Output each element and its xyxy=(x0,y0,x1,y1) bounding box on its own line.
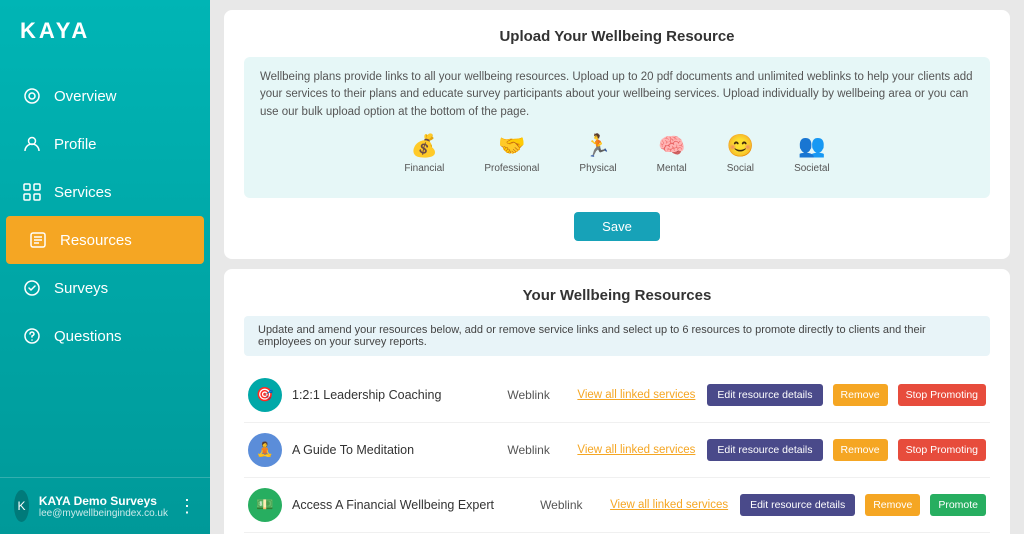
remove-resource-button-2[interactable]: Remove xyxy=(833,439,888,461)
logo-area: KAYA xyxy=(0,0,210,62)
sidebar-item-label-overview: Overview xyxy=(54,88,117,105)
resource-icon-1: 🎯 xyxy=(248,378,282,412)
category-label-social: Social xyxy=(727,163,754,174)
remove-resource-button-1[interactable]: Remove xyxy=(833,384,888,406)
mental-icon: 🧠 xyxy=(658,133,685,159)
resource-type-1: Weblink xyxy=(507,388,567,402)
resource-link-3[interactable]: View all linked services xyxy=(610,499,730,511)
sidebar-item-profile[interactable]: Profile xyxy=(0,120,210,168)
upload-info-box: Wellbeing plans provide links to all you… xyxy=(244,57,990,198)
table-row: 💵 Access A Financial Wellbeing Expert We… xyxy=(244,478,990,533)
upload-card: Upload Your Wellbeing Resource Wellbeing… xyxy=(224,10,1010,259)
physical-icon: 🏃 xyxy=(584,133,611,159)
edit-resource-button-3[interactable]: Edit resource details xyxy=(740,494,855,516)
stop-promote-button-2[interactable]: Stop Promoting xyxy=(898,439,986,461)
category-societal[interactable]: 👥 Societal xyxy=(794,133,830,174)
financial-icon: 💰 xyxy=(411,133,438,159)
category-label-mental: Mental xyxy=(657,163,687,174)
sidebar-item-label-services: Services xyxy=(54,184,112,201)
category-label-physical: Physical xyxy=(579,163,616,174)
resource-link-1[interactable]: View all linked services xyxy=(577,389,697,401)
societal-icon: 👥 xyxy=(798,133,825,159)
category-financial[interactable]: 💰 Financial xyxy=(404,133,444,174)
remove-resource-button-3[interactable]: Remove xyxy=(865,494,920,516)
promote-button-3[interactable]: Promote xyxy=(930,494,986,516)
resource-name-2: A Guide To Meditation xyxy=(292,443,497,457)
services-icon xyxy=(22,182,42,202)
footer-info: KAYA Demo Surveys lee@mywellbeingindex.c… xyxy=(39,494,168,519)
resource-type-2: Weblink xyxy=(507,443,567,457)
save-btn-wrap: Save xyxy=(244,212,990,241)
upload-title: Upload Your Wellbeing Resource xyxy=(244,28,990,45)
table-row: 🎯 1:2:1 Leadership Coaching Weblink View… xyxy=(244,368,990,423)
sidebar-item-label-profile: Profile xyxy=(54,136,97,153)
resources-card: Your Wellbeing Resources Update and amen… xyxy=(224,269,1010,534)
resource-name-1: 1:2:1 Leadership Coaching xyxy=(292,388,497,402)
resource-icon-2: 🧘 xyxy=(248,433,282,467)
sidebar-item-services[interactable]: Services xyxy=(0,168,210,216)
footer-name: KAYA Demo Surveys xyxy=(39,494,168,508)
nav-items: Overview Profile Services xyxy=(0,62,210,477)
edit-resource-button-1[interactable]: Edit resource details xyxy=(707,384,822,406)
sidebar-item-label-questions: Questions xyxy=(54,328,122,345)
main-content: Upload Your Wellbeing Resource Wellbeing… xyxy=(210,0,1024,534)
category-label-societal: Societal xyxy=(794,163,830,174)
overview-icon xyxy=(22,86,42,106)
stop-promote-button-1[interactable]: Stop Promoting xyxy=(898,384,986,406)
category-label-financial: Financial xyxy=(404,163,444,174)
logo: KAYA xyxy=(20,18,90,44)
edit-resource-button-2[interactable]: Edit resource details xyxy=(707,439,822,461)
resources-info: Update and amend your resources below, a… xyxy=(244,316,990,356)
category-mental[interactable]: 🧠 Mental xyxy=(657,133,687,174)
category-physical[interactable]: 🏃 Physical xyxy=(579,133,616,174)
resource-name-3: Access A Financial Wellbeing Expert xyxy=(292,498,530,512)
category-social[interactable]: 😊 Social xyxy=(727,133,754,174)
resources-icon xyxy=(28,230,48,250)
category-icons: 💰 Financial 🤝 Professional 🏃 Physical 🧠 … xyxy=(260,133,974,174)
surveys-icon xyxy=(22,278,42,298)
footer-email: lee@mywellbeingindex.co.uk xyxy=(39,508,168,519)
resource-link-2[interactable]: View all linked services xyxy=(577,444,697,456)
resource-icon-3: 💵 xyxy=(248,488,282,522)
profile-icon xyxy=(22,134,42,154)
sidebar-item-questions[interactable]: Questions xyxy=(0,312,210,360)
category-label-professional: Professional xyxy=(484,163,539,174)
table-row: 🧘 A Guide To Meditation Weblink View all… xyxy=(244,423,990,478)
resources-title: Your Wellbeing Resources xyxy=(244,287,990,304)
professional-icon: 🤝 xyxy=(498,133,525,159)
questions-icon xyxy=(22,326,42,346)
resource-type-3: Weblink xyxy=(540,498,600,512)
category-professional[interactable]: 🤝 Professional xyxy=(484,133,539,174)
sidebar: KAYA Overview Profile xyxy=(0,0,210,534)
sidebar-item-resources[interactable]: Resources xyxy=(6,216,204,264)
avatar: K xyxy=(14,490,29,522)
save-button[interactable]: Save xyxy=(574,212,660,241)
upload-info-text: Wellbeing plans provide links to all you… xyxy=(260,69,974,121)
sidebar-footer: K KAYA Demo Surveys lee@mywellbeingindex… xyxy=(0,477,210,534)
sidebar-item-label-surveys: Surveys xyxy=(54,280,108,297)
sidebar-item-label-resources: Resources xyxy=(60,232,132,249)
social-icon: 😊 xyxy=(727,133,754,159)
sidebar-item-overview[interactable]: Overview xyxy=(0,72,210,120)
sidebar-item-surveys[interactable]: Surveys xyxy=(0,264,210,312)
more-options-icon[interactable]: ⋮ xyxy=(178,496,196,517)
